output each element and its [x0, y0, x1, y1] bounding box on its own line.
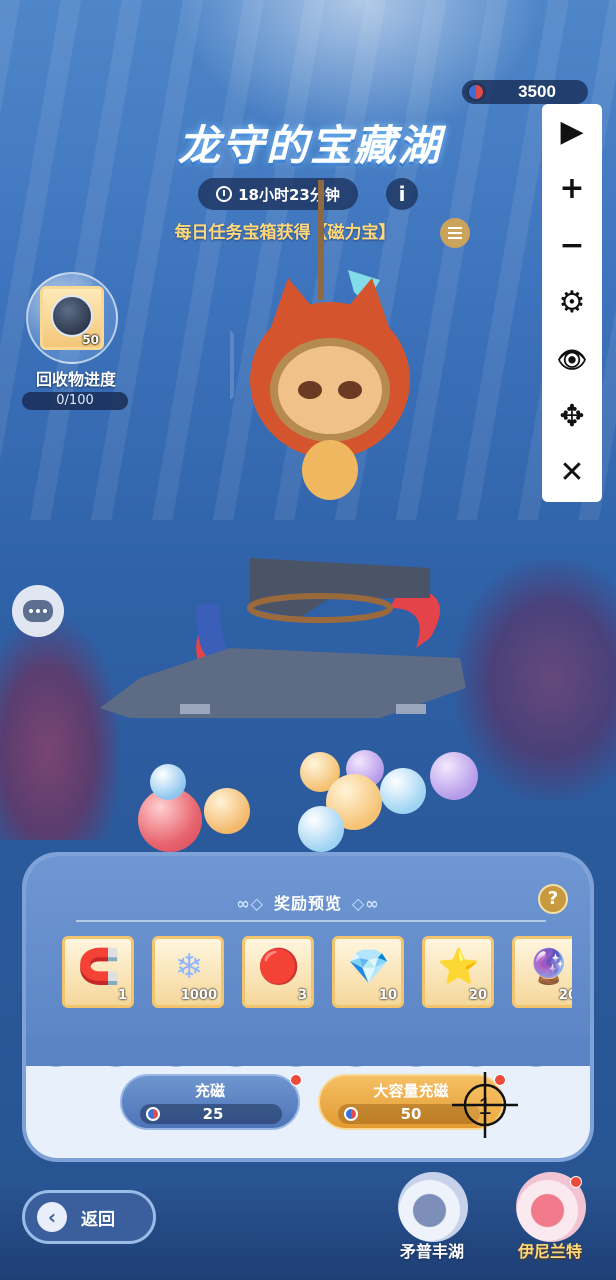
event-title: 龙守的宝藏湖	[177, 121, 442, 170]
bubble	[380, 768, 426, 814]
move-icon[interactable]: ✥	[552, 397, 592, 437]
title-ornament-left: ∞◇	[236, 894, 264, 913]
zoom-out-icon[interactable]: −	[552, 226, 592, 266]
notification-dot	[290, 1074, 302, 1086]
coral-reef-right	[456, 560, 616, 800]
magnet-coin-icon	[466, 82, 486, 102]
reward-qty: 1	[117, 988, 127, 1003]
magnet-coin-icon	[146, 1107, 160, 1121]
divider	[76, 920, 546, 922]
reward-item[interactable]: 🔮 20	[512, 936, 572, 1008]
back-label: 返回	[81, 1209, 115, 1230]
control-toolbar: ▶ + − ⚙ 👁 ✥ ✕	[542, 104, 602, 502]
diver-fox-character	[230, 270, 410, 500]
reward-qty: 20	[468, 988, 487, 1003]
lake-button-2[interactable]: 伊尼兰特	[500, 1172, 600, 1272]
play-icon[interactable]: ▶	[552, 112, 592, 152]
reward-item[interactable]: ❄ 1000	[152, 936, 224, 1008]
golden-magnet-icon: 🧲	[77, 947, 121, 987]
timer-text: 18小时23分钟	[238, 185, 340, 204]
lake-name: 伊尼兰特	[517, 1242, 582, 1261]
magnet-coin-icon	[344, 1107, 358, 1121]
info-icon[interactable]: i	[386, 178, 418, 210]
list-icon[interactable]	[440, 218, 470, 248]
close-icon[interactable]: ✕	[552, 453, 592, 493]
charge-label: 充磁	[194, 1082, 225, 1100]
reward-item[interactable]: 💎 10	[332, 936, 404, 1008]
reward-item[interactable]: 🔴 3	[242, 936, 314, 1008]
yellow-gem-icon: 💎	[347, 947, 391, 987]
reward-qty: 10	[378, 988, 397, 1003]
gear-icon[interactable]: ⚙	[552, 283, 592, 323]
hide-eye-icon[interactable]: 👁	[552, 340, 592, 380]
charge-cost: 25	[140, 1104, 282, 1124]
collection-item: 50	[40, 286, 104, 350]
collection-item-count: 50	[82, 333, 99, 347]
currency-amount: 3500	[518, 82, 556, 101]
bubble	[204, 788, 250, 834]
lake-button-1[interactable]: 矛普丰湖	[382, 1172, 482, 1272]
gold-star-icon: ⭐	[437, 947, 481, 987]
collection-progress-bar: 0/100	[22, 392, 128, 410]
bubble	[150, 764, 186, 800]
back-button[interactable]: ‹ 返回	[22, 1190, 156, 1244]
event-timer: 18小时23分钟	[198, 178, 358, 210]
zoom-in-icon[interactable]: +	[552, 169, 592, 209]
back-arrow-icon: ‹	[37, 1202, 67, 1232]
bubble	[430, 752, 478, 800]
charge-button[interactable]: 充磁 25	[120, 1074, 302, 1130]
exp-potion-icon: 🔴	[257, 947, 301, 987]
reward-preview-label: 奖励预览	[273, 894, 342, 913]
currency-counter: 3500	[462, 80, 588, 104]
chat-button[interactable]	[12, 585, 64, 637]
daily-task-tip: 每日任务宝箱获得【磁力宝】	[174, 223, 396, 243]
magnet-crane	[100, 558, 466, 718]
title-ornament-right: ◇∞	[352, 894, 380, 913]
chat-bubble-icon	[23, 600, 53, 622]
pearl-shell-icon	[398, 1172, 468, 1242]
reward-qty: 3	[297, 988, 307, 1003]
help-button[interactable]: ?	[538, 884, 568, 914]
notification-dot	[570, 1176, 582, 1188]
crystal-star-icon: ❄	[174, 947, 204, 987]
collection-progress[interactable]: 50 回收物进度 0/100	[22, 272, 130, 412]
recovery-orb-icon	[51, 295, 93, 337]
reward-qty: 1000	[180, 988, 217, 1003]
bubble	[298, 806, 344, 852]
crosshair-marker: 1	[452, 1072, 518, 1138]
reward-qty: 20	[558, 988, 572, 1003]
collection-label: 回收物进度	[35, 370, 116, 389]
reward-item[interactable]: ⭐ 20	[422, 936, 494, 1008]
recovery-orb-icon: 🔮	[527, 947, 571, 987]
crosshair-label: 1	[478, 1093, 491, 1120]
lake-name: 矛普丰湖	[399, 1242, 464, 1261]
reward-list: 🧲 1 ❄ 1000 🔴 3 💎 10 ⭐ 20 🔮 20	[62, 936, 572, 1012]
charge-cost-value: 25	[202, 1105, 224, 1123]
reward-preview-title: ∞◇ 奖励预览 ◇∞	[26, 890, 590, 914]
reward-item[interactable]: 🧲 1	[62, 936, 134, 1008]
clock-icon	[216, 186, 233, 202]
